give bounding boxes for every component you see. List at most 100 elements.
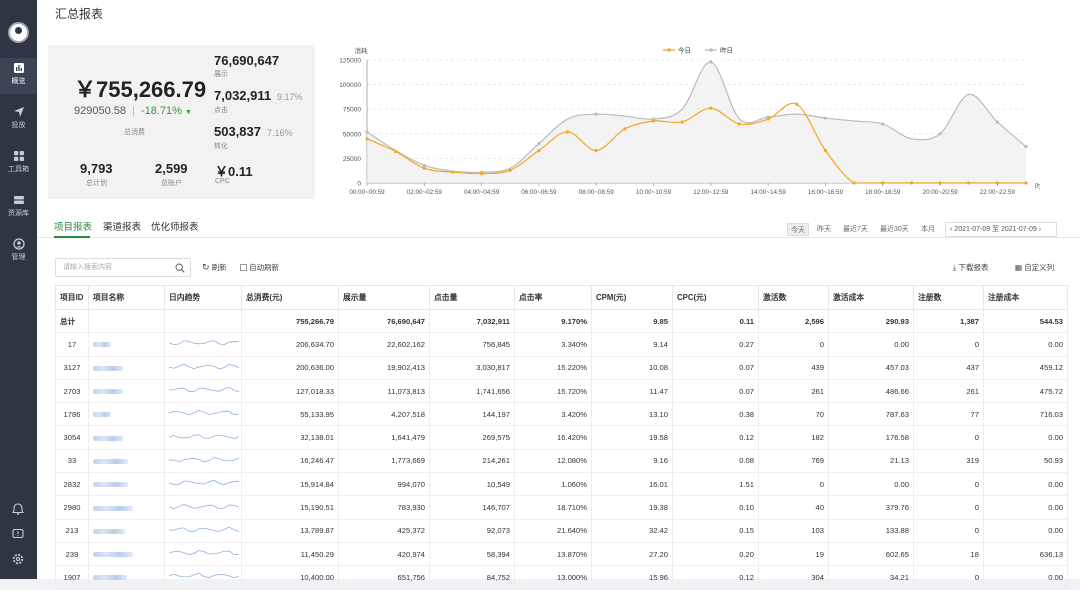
value-cell: 0.07 [672, 355, 759, 380]
table-row[interactable]: 1786 55,133.95 4,207,518 144,197 3.420% 13.10… [55, 402, 1068, 427]
sparkline [168, 503, 240, 509]
data-point [480, 172, 484, 176]
date-range-picker[interactable]: ‹ 2021-07-09 至 2021-07-09 › [945, 222, 1057, 237]
download-label: 下载报表 [958, 263, 989, 272]
value-cell: 50.93 [983, 448, 1068, 474]
project-name-cell [88, 518, 165, 543]
nav-item-manage[interactable]: 管理 [0, 234, 37, 270]
value-cell: 0.20 [672, 541, 759, 567]
nav-label: 管理 [11, 254, 26, 261]
value-cell: 9.16 [591, 448, 673, 474]
redacted-name [93, 505, 133, 511]
message-icon[interactable] [11, 527, 25, 541]
avatar[interactable] [8, 22, 29, 43]
refresh-label: 刷新 [211, 263, 227, 272]
nav-label: 资源库 [8, 210, 29, 217]
trend-sparkline-cell [164, 518, 242, 543]
tab-channel-report[interactable]: 渠道报表 [103, 219, 141, 233]
value-cell: 0.00 [983, 495, 1068, 520]
project-id-cell: 17 [55, 332, 89, 357]
x-tick-label: 02:00~02:59 [407, 189, 443, 196]
data-point [422, 163, 426, 167]
table-row[interactable]: 213 13,789.87 425,372 92,073 21.640% 32.42 0.1… [55, 518, 1068, 543]
nav-item-toolbox[interactable]: 工具箱 [0, 146, 37, 182]
value-cell: 290.93 [828, 308, 914, 334]
tab-project-report[interactable]: 项目报表 [54, 219, 92, 233]
download-report-button[interactable]: ⤓ 下载报表 [953, 262, 988, 273]
data-point [967, 181, 971, 185]
column-header[interactable]: CPC(元) [672, 285, 759, 310]
chevron-left-icon[interactable]: ‹ [950, 226, 952, 233]
data-point [451, 170, 455, 174]
range-30days-button[interactable]: 最近30天 [877, 223, 912, 236]
custom-columns-button[interactable]: ▦ 自定义列 [1015, 262, 1054, 273]
database-icon [13, 196, 24, 204]
value-cell: 994,070 [338, 472, 430, 497]
value-cell: 9.170% [514, 308, 592, 334]
range-7days-button[interactable]: 最近7天 [840, 223, 871, 236]
column-header[interactable]: 激活数 [758, 285, 829, 310]
range-today-button[interactable]: 今天 [787, 223, 809, 236]
data-point [680, 120, 684, 124]
value-cell: 0.00 [828, 472, 914, 497]
value-cell: 15.96 [591, 565, 673, 590]
nav-item-overview[interactable]: 概览 [0, 58, 37, 94]
column-header[interactable]: 注册成本 [983, 285, 1068, 310]
search-input[interactable]: 请输入搜索内容 [55, 258, 191, 277]
nav-item-library[interactable]: 资源库 [0, 190, 37, 226]
auto-refresh-checkbox[interactable]: 自动刷新 [240, 262, 279, 273]
range-yesterday-button[interactable]: 昨天 [814, 223, 834, 236]
table-row[interactable]: 2703 127,018.33 11,073,813 1,741,656 15.720%… [55, 378, 1068, 404]
column-header: 项目名称 [88, 285, 165, 310]
redacted-name [93, 552, 133, 558]
clicks-label: 点击 [214, 107, 228, 114]
column-header[interactable]: 激活成本 [828, 285, 914, 310]
column-header[interactable]: 展示量 [338, 285, 430, 310]
column-header[interactable]: 点击率 [514, 285, 592, 310]
value-cell: 636.13 [983, 541, 1068, 567]
sparkline-path [168, 456, 240, 463]
table-row[interactable]: 1907 10,400.00 651,756 84,752 13.000% 15.96 0.… [55, 565, 1068, 590]
trend-sparkline-cell [164, 308, 242, 334]
redacted-name [93, 482, 128, 488]
redacted-name [93, 458, 128, 464]
sparkline [168, 456, 240, 463]
refresh-button[interactable]: ↻ 刷新 [202, 262, 227, 273]
table-row[interactable]: 239 11,450.29 420,974 58,394 13.870% 27.20 0.2… [55, 541, 1068, 567]
value-cell: 9.85 [591, 308, 673, 334]
range-month-button[interactable]: 本月 [918, 223, 938, 236]
chevron-right-icon[interactable]: › [1039, 226, 1041, 233]
sparkline-path [168, 340, 240, 346]
project-id-cell: 213 [55, 518, 89, 543]
column-header[interactable]: 总消费(元) [241, 285, 339, 310]
data-point [537, 148, 541, 153]
value-cell: 486.66 [828, 378, 914, 404]
top-bar: 汇总报表 [37, 0, 1080, 24]
checkbox-icon[interactable] [240, 264, 247, 271]
column-header[interactable]: CPM(元) [591, 285, 673, 310]
x-tick-label: 10:00~10:59 [636, 189, 672, 196]
table-row[interactable]: 2980 15,190.51 783,930 146,707 18.710% 19.38 0… [55, 495, 1068, 520]
table-row[interactable]: 3054 32,138.01 1,641,479 269,575 16.420% 19.5… [55, 425, 1068, 450]
column-header[interactable]: 点击量 [429, 285, 515, 310]
data-point [1024, 144, 1028, 149]
search-icon[interactable] [175, 263, 185, 273]
bell-icon[interactable] [11, 502, 25, 516]
nav-item-delivery[interactable]: 投放 [0, 102, 37, 138]
column-header: 项目ID [55, 285, 89, 310]
tab-optimizer-report[interactable]: 优化师报表 [151, 219, 199, 233]
data-point [623, 127, 627, 131]
gear-icon[interactable] [11, 552, 25, 566]
data-point [995, 181, 999, 185]
column-header[interactable]: 注册数 [913, 285, 984, 310]
value-cell: 0.00 [983, 332, 1068, 357]
table-row[interactable]: 33 16,246.47 1,773,669 214,261 12.080% 9.16 0.… [55, 448, 1068, 474]
bar-chart-icon [13, 63, 24, 73]
redacted-name [93, 575, 127, 581]
value-cell: 11,450.29 [241, 541, 339, 567]
table-row[interactable]: 2832 15,914.84 994,070 10,549 1.060% 16.01 1.5… [55, 472, 1068, 497]
table-row[interactable]: 17 206,634.70 22,602,162 756,845 3.340% 9.14 0… [55, 332, 1068, 357]
total-row[interactable]: 总计 755,266.79 76,690,647 7,032,911 9.170% 9.8… [55, 308, 1068, 334]
table-row[interactable]: 3127 200,636.00 19,902,413 3,030,817 15.220%… [55, 355, 1068, 380]
value-cell: 70 [758, 402, 829, 427]
